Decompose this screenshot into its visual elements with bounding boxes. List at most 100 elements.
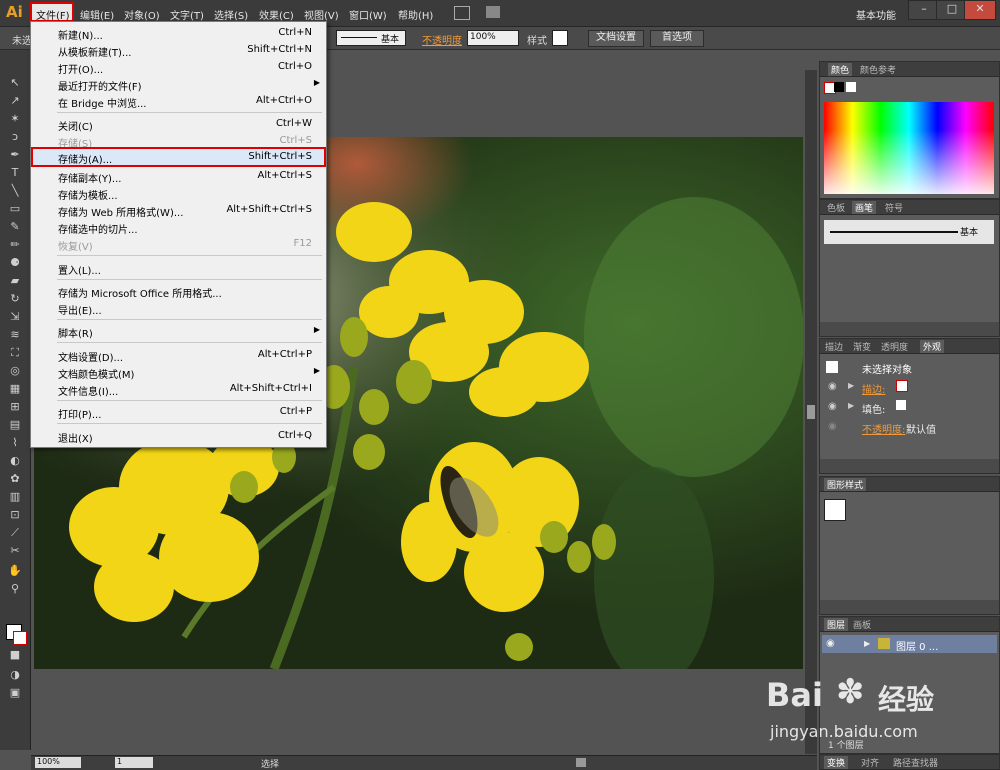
opacity-input[interactable]: 100% [467,30,519,46]
menu-item-document-setup[interactable]: 文档设置(D)... Alt+Ctrl+P [31,347,326,364]
layer-expand-icon[interactable]: ▶ [864,639,870,648]
eraser-slice-tool-icon[interactable]: ✂ [6,544,24,558]
menu-file[interactable]: 文件(F) [30,2,74,22]
lasso-tool-icon[interactable]: ↄ [6,130,24,144]
blob-brush-tool-icon[interactable]: ⚈ [6,256,24,270]
tab-gradient[interactable]: 渐变 [850,340,874,353]
stroke-none-swatch[interactable] [896,380,908,392]
tab-transform[interactable]: 变换 [824,756,849,769]
artboard-navigator[interactable]: 1 [115,757,153,768]
screen-mode-icon[interactable]: ▣ [6,686,24,700]
opacity-visibility-eye-icon[interactable]: ◉ [828,421,837,432]
tab-appearance[interactable]: 外观 [920,340,945,353]
menu-effect[interactable]: 效果(C) [259,7,294,22]
menu-item-scripts[interactable]: 脚本(R) ▶ [31,323,326,340]
stroke-visibility-eye-icon[interactable]: ◉ [828,381,837,392]
slice-tool-icon[interactable]: ⟋ [6,526,24,540]
shape-builder-tool-icon[interactable]: ◎ [6,364,24,378]
white-swatch-icon[interactable] [846,82,856,92]
tab-align[interactable]: 对齐 [858,756,882,769]
selection-tool-icon[interactable]: ↖ [6,76,24,90]
menu-help[interactable]: 帮助(H) [398,7,433,22]
pen-tool-icon[interactable]: ✒ [6,148,24,162]
magic-wand-tool-icon[interactable]: ✶ [6,112,24,126]
tab-swatches[interactable]: 色板 [824,201,848,214]
blend-tool-icon[interactable]: ◐ [6,454,24,468]
menu-item-new-from-template[interactable]: 从模板新建(T)... Shift+Ctrl+N [31,42,326,59]
tab-symbols[interactable]: 符号 [882,201,906,214]
bridge-icon[interactable] [454,6,470,20]
tab-pathfinder[interactable]: 路径查找器 [890,756,941,769]
menu-edit[interactable]: 编辑(E) [80,7,114,22]
scrollbar-thumb[interactable] [807,405,815,419]
warp-tool-icon[interactable]: ≋ [6,328,24,342]
menu-item-save-ms-office[interactable]: 存储为 Microsoft Office 所用格式... [31,283,326,300]
opacity-row-link[interactable]: 不透明度: [862,421,905,436]
layer-row[interactable]: ◉ ▶ 图层 0 ... [822,635,997,653]
black-swatch-icon[interactable] [834,82,844,92]
menu-select[interactable]: 选择(S) [214,7,248,22]
gradient-tool-icon[interactable]: ▤ [6,418,24,432]
tab-stroke[interactable]: 描边 [822,340,846,353]
artboard-tool-icon[interactable]: ⊡ [6,508,24,522]
menu-window[interactable]: 窗口(W) [349,7,387,22]
default-style-swatch[interactable] [824,499,846,521]
canvas-vertical-scrollbar[interactable] [805,70,817,754]
menu-item-document-color-mode[interactable]: 文档颜色模式(M) ▶ [31,364,326,381]
menu-item-exit[interactable]: 退出(X) Ctrl+Q [31,428,326,445]
perspective-grid-tool-icon[interactable]: ▦ [6,382,24,396]
menu-item-open-recent[interactable]: 最近打开的文件(F) ▶ [31,76,326,93]
style-swatch[interactable] [552,30,568,46]
direct-selection-tool-icon[interactable]: ↗ [6,94,24,108]
menu-type[interactable]: 文字(T) [170,7,204,22]
scale-tool-icon[interactable]: ⇲ [6,310,24,324]
zoom-select[interactable]: 100% [35,757,81,768]
rotate-tool-icon[interactable]: ↻ [6,292,24,306]
workspace-switcher[interactable]: 基本功能 [856,7,896,22]
symbol-sprayer-tool-icon[interactable]: ✿ [6,472,24,486]
tab-color[interactable]: 颜色 [828,63,853,76]
paintbrush-tool-icon[interactable]: ✎ [6,220,24,234]
pencil-tool-icon[interactable]: ✏ [6,238,24,252]
menu-item-open[interactable]: 打开(O)... Ctrl+O [31,59,326,76]
eyedropper-tool-icon[interactable]: ⌇ [6,436,24,450]
menu-item-file-info[interactable]: 文件信息(I)... Alt+Shift+Ctrl+I [31,381,326,398]
menu-item-new[interactable]: 新建(N)... Ctrl+N [31,25,326,42]
horizontal-scroll-thumb[interactable] [576,758,586,767]
preferences-button[interactable]: 首选项 [650,30,704,47]
tab-color-guide[interactable]: 颜色参考 [857,63,899,76]
close-button[interactable]: ✕ [964,0,996,20]
menu-item-save-selected-slices[interactable]: 存储选中的切片... [31,219,326,236]
stroke-label[interactable]: 描边: [862,381,885,396]
menu-item-browse-bridge[interactable]: 在 Bridge 中浏览... Alt+Ctrl+O [31,93,326,110]
stroke-expand-icon[interactable]: ▶ [848,381,854,390]
menu-item-export[interactable]: 导出(E)... [31,300,326,317]
stroke-profile-select[interactable]: 基本 [336,30,406,46]
menu-item-save-copy[interactable]: 存储副本(Y)... Alt+Ctrl+S [31,168,326,185]
document-setup-button[interactable]: 文档设置 [588,30,644,47]
free-transform-tool-icon[interactable]: ⛶ [6,346,24,360]
menu-item-close[interactable]: 关闭(C) Ctrl+W [31,116,326,133]
layer-name[interactable]: 图层 0 ... [896,638,938,653]
type-tool-icon[interactable]: T [6,166,24,180]
tab-brushes[interactable]: 画笔 [852,201,877,214]
opacity-link[interactable]: 不透明度 [422,32,462,47]
brush-item[interactable]: 基本 [824,220,994,244]
stroke-swatch-icon[interactable] [13,631,27,645]
fill-white-swatch[interactable] [896,400,906,410]
menu-item-place[interactable]: 置入(L)... [31,260,326,277]
menu-item-revert[interactable]: 恢复(V) F12 [31,236,326,253]
menu-item-print[interactable]: 打印(P)... Ctrl+P [31,404,326,421]
draw-mode-icon[interactable]: ◑ [6,668,24,682]
layer-visibility-eye-icon[interactable]: ◉ [826,638,835,649]
tab-graphic-styles[interactable]: 图形样式 [824,478,867,491]
fill-visibility-eye-icon[interactable]: ◉ [828,401,837,412]
color-mode-icon[interactable]: ■ [6,648,24,662]
eraser-tool-icon[interactable]: ▰ [6,274,24,288]
menu-object[interactable]: 对象(O) [124,7,160,22]
menu-item-save-as[interactable]: 存储为(A)... Shift+Ctrl+S [31,147,326,167]
rectangle-tool-icon[interactable]: ▭ [6,202,24,216]
column-graph-tool-icon[interactable]: ▥ [6,490,24,504]
mesh-tool-icon[interactable]: ⊞ [6,400,24,414]
menu-item-save-for-web[interactable]: 存储为 Web 所用格式(W)... Alt+Shift+Ctrl+S [31,202,326,219]
